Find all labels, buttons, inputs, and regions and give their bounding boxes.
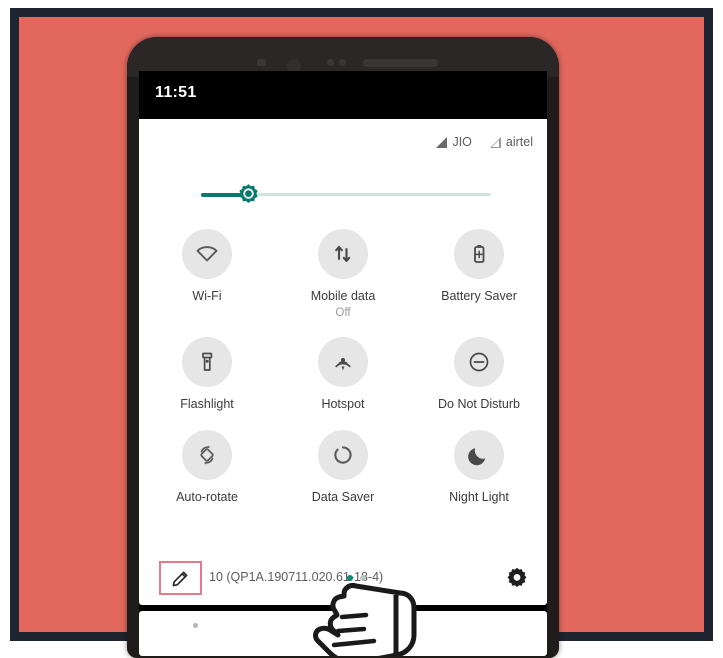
auto-rotate-icon[interactable] bbox=[182, 430, 232, 481]
mobile-data-icon[interactable] bbox=[318, 229, 368, 279]
tile-row: Flashlight Hotspot Do Not Disturb bbox=[139, 336, 547, 413]
page-indicator-dots[interactable] bbox=[347, 575, 366, 581]
tile-hotspot[interactable]: Hotspot bbox=[284, 336, 402, 413]
tile-label: Night Light bbox=[449, 490, 509, 505]
tile-label: Battery Saver bbox=[441, 289, 517, 303]
screenshot-canvas: 11:51 JIO airtel Wi-Fi Mobile data Off B… bbox=[0, 0, 723, 658]
phone-device: 11:51 JIO airtel Wi-Fi Mobile data Off B… bbox=[127, 37, 559, 658]
brightness-slider-thumb[interactable] bbox=[237, 183, 260, 206]
pencil-edit-icon[interactable] bbox=[170, 569, 190, 594]
quick-settings-panel: JIO airtel Wi-Fi Mobile data Off Battery… bbox=[139, 119, 547, 605]
tile-row: Auto-rotate Data Saver Night Light bbox=[139, 430, 547, 506]
outer-border-frame: 11:51 JIO airtel Wi-Fi Mobile data Off B… bbox=[10, 8, 713, 658]
notification-shade-lower bbox=[139, 611, 547, 656]
tile-sublabel: Off bbox=[335, 306, 351, 319]
page-dot-active[interactable] bbox=[347, 575, 353, 581]
signal-triangle-filled-icon bbox=[436, 136, 448, 148]
data-saver-icon[interactable] bbox=[318, 430, 368, 481]
status-bar-clock: 11:51 bbox=[155, 84, 197, 101]
do-not-disturb-icon[interactable] bbox=[454, 336, 504, 387]
tile-data-saver[interactable]: Data Saver bbox=[284, 430, 402, 506]
tile-label: Mobile data bbox=[310, 289, 376, 303]
sensor-icon bbox=[257, 59, 266, 66]
proximity-sensor-icon bbox=[327, 59, 334, 66]
tile-label: Wi-Fi bbox=[192, 289, 222, 303]
phone-screen: 11:51 JIO airtel Wi-Fi Mobile data Off B… bbox=[139, 71, 547, 656]
page-dot-inactive[interactable] bbox=[360, 575, 366, 581]
carrier-airtel: airtel bbox=[489, 135, 533, 149]
tile-do-not-disturb[interactable]: Do Not Disturb bbox=[420, 336, 538, 413]
tile-mobile-data[interactable]: Mobile data Off bbox=[284, 229, 402, 319]
signal-triangle-outline-icon bbox=[489, 136, 501, 148]
tile-night-light[interactable]: Night Light bbox=[420, 430, 538, 506]
night-light-icon[interactable] bbox=[454, 430, 504, 481]
tile-battery-saver[interactable]: Battery Saver bbox=[420, 229, 538, 319]
tile-auto-rotate[interactable]: Auto-rotate bbox=[148, 430, 266, 506]
carrier-row: JIO airtel bbox=[436, 135, 533, 149]
status-bar: 11:51 bbox=[139, 71, 547, 119]
tile-label: Auto-rotate bbox=[176, 490, 238, 505]
tile-flashlight[interactable]: Flashlight bbox=[148, 336, 266, 413]
battery-saver-icon[interactable] bbox=[454, 229, 504, 279]
tile-label: Flashlight bbox=[180, 396, 234, 411]
carrier-jio: JIO bbox=[436, 135, 472, 149]
flashlight-icon[interactable] bbox=[182, 336, 232, 387]
earpiece-speaker bbox=[363, 59, 438, 67]
notification-dot-icon bbox=[193, 623, 198, 628]
tile-label: Hotspot bbox=[321, 396, 365, 411]
wifi-icon[interactable] bbox=[182, 229, 232, 279]
gear-icon[interactable] bbox=[505, 566, 529, 595]
quick-settings-footer: 10 (QP1A.190711.020.61-18-4) bbox=[139, 553, 547, 605]
tile-row: Wi-Fi Mobile data Off Battery Saver bbox=[139, 229, 547, 319]
tile-label: Data Saver bbox=[311, 490, 375, 505]
light-sensor-icon bbox=[339, 59, 346, 66]
carrier-jio-label: JIO bbox=[452, 135, 472, 149]
tile-label: Do Not Disturb bbox=[438, 396, 520, 411]
hotspot-icon[interactable] bbox=[318, 336, 368, 387]
brightness-slider[interactable] bbox=[201, 183, 491, 207]
quick-settings-tile-grid: Wi-Fi Mobile data Off Battery Saver Flas… bbox=[139, 229, 547, 506]
tile-wifi[interactable]: Wi-Fi bbox=[148, 229, 266, 319]
carrier-airtel-label: airtel bbox=[505, 135, 533, 149]
